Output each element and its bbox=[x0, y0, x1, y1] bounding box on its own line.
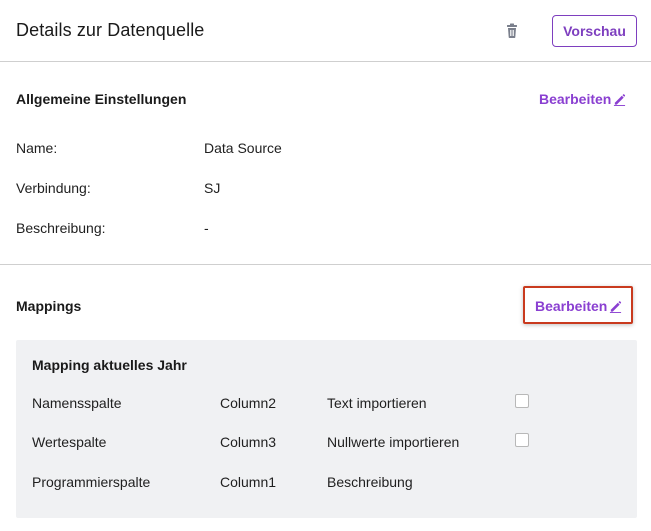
mapping-row-value: Column1 bbox=[220, 474, 277, 490]
connection-label: Verbindung: bbox=[16, 180, 91, 196]
general-edit-link[interactable]: Bearbeiten bbox=[539, 91, 626, 107]
mapping-row-label: Programmierspalte bbox=[32, 474, 151, 490]
mapping-row-option: Text importieren bbox=[327, 395, 427, 411]
pencil-icon bbox=[610, 300, 622, 313]
name-label: Name: bbox=[16, 140, 58, 156]
preview-button[interactable]: Vorschau bbox=[552, 15, 637, 47]
mapping-panel: Mapping aktuelles Jahr Namensspalte Colu… bbox=[16, 340, 637, 518]
description-value: - bbox=[204, 220, 209, 236]
mappings-title: Mappings bbox=[16, 298, 82, 314]
page-title: Details zur Datenquelle bbox=[16, 20, 205, 40]
trash-icon[interactable] bbox=[503, 22, 521, 40]
general-edit-label: Bearbeiten bbox=[539, 91, 612, 107]
mapping-row-value: Column3 bbox=[220, 434, 277, 450]
name-value: Data Source bbox=[204, 140, 282, 156]
header-divider bbox=[0, 61, 651, 62]
mapping-row-value: Column2 bbox=[220, 395, 277, 411]
description-label: Beschreibung: bbox=[16, 220, 106, 236]
mappings-edit-label: Bearbeiten bbox=[535, 298, 608, 314]
section-divider bbox=[0, 264, 651, 265]
connection-value: SJ bbox=[204, 180, 221, 196]
import-text-checkbox[interactable] bbox=[515, 394, 529, 408]
mapping-row-option: Beschreibung bbox=[327, 474, 413, 490]
mapping-row-option: Nullwerte importieren bbox=[327, 434, 460, 450]
mappings-edit-link[interactable]: Bearbeiten bbox=[535, 298, 622, 314]
page-header: Details zur Datenquelle Vorschau bbox=[0, 0, 651, 61]
mapping-row-label: Wertespalte bbox=[32, 434, 107, 450]
import-null-values-checkbox[interactable] bbox=[515, 433, 529, 447]
pencil-icon bbox=[614, 93, 626, 106]
mapping-row-label: Namensspalte bbox=[32, 395, 122, 411]
mapping-panel-title: Mapping aktuelles Jahr bbox=[32, 357, 187, 373]
general-settings-title: Allgemeine Einstellungen bbox=[16, 91, 187, 107]
